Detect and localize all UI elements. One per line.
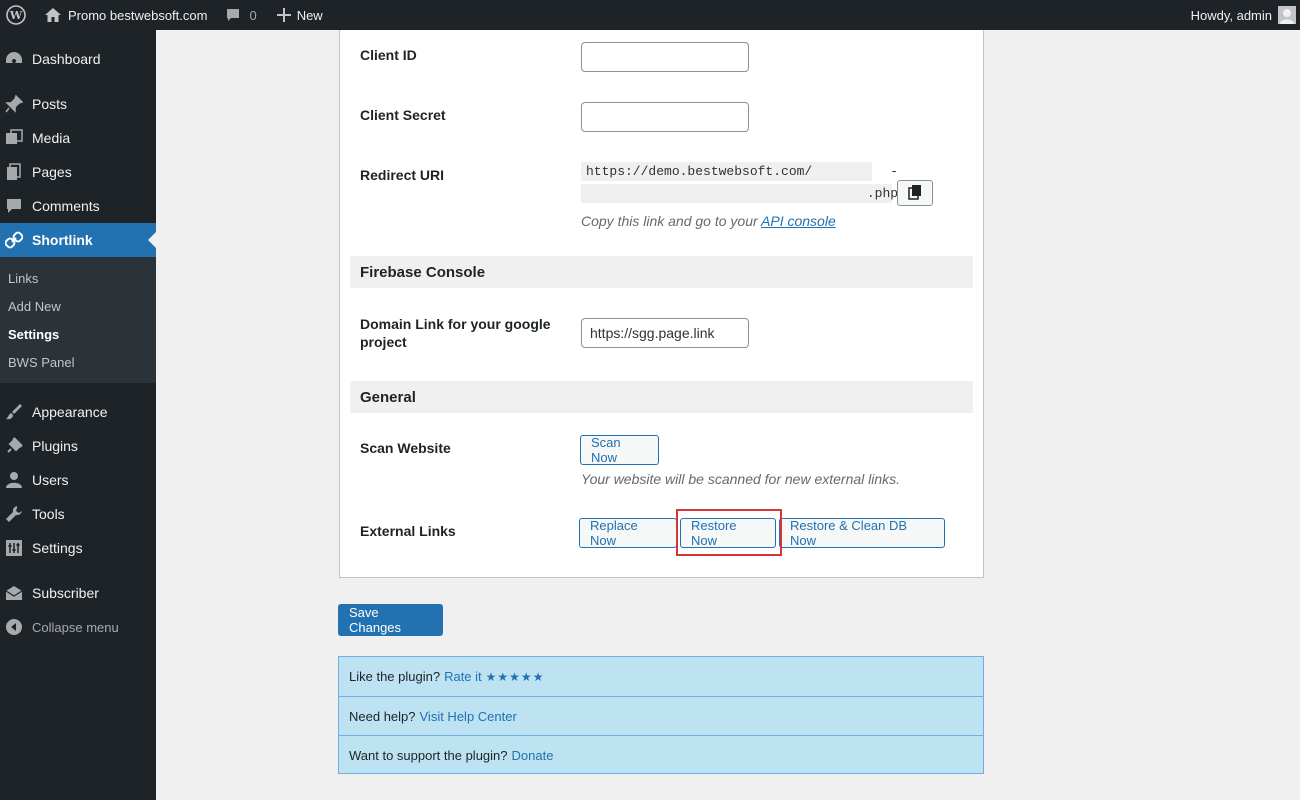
menu-label: Users [32,472,69,488]
menu-media[interactable]: Media [0,121,156,155]
menu-label: Shortlink [32,232,93,248]
collapse-icon [4,617,24,637]
redirect-uri-code-line1: https://demo.bestwebsoft.com/ - [581,162,898,181]
menu-posts[interactable]: Posts [0,87,156,121]
api-console-link[interactable]: API console [761,213,836,229]
redirect-uri-code-line2: .php [581,184,898,203]
domain-link-label: Domain Link for your google project [360,315,551,351]
domain-link-label-line1: Domain Link for your google [360,316,551,332]
redirect-description: Copy this link and go to your API consol… [581,213,836,229]
replace-now-button[interactable]: Replace Now [579,518,677,548]
comment-icon [225,7,241,23]
collapse-label: Collapse menu [32,619,119,635]
comments-link[interactable]: 0 [215,0,264,30]
donate-link[interactable]: Donate [512,748,554,763]
submenu-links[interactable]: Links [8,271,38,286]
like-text: Like the plugin? [349,669,441,684]
pin-icon [4,94,24,114]
menu-settings[interactable]: Settings [0,531,156,565]
firebase-section-heading: Firebase Console [350,256,973,288]
scan-now-button[interactable]: Scan Now [580,435,659,465]
client-id-input[interactable] [581,42,749,72]
help-center-link[interactable]: Visit Help Center [420,709,517,724]
home-icon [44,7,62,23]
plugin-icon [4,436,24,456]
site-name-link[interactable]: Promo bestwebsoft.com [32,0,215,30]
menu-plugins[interactable]: Plugins [0,429,156,463]
submenu-add-new[interactable]: Add New [8,299,61,314]
highlight-box [676,509,782,556]
domain-link-label-line2: project [360,334,407,350]
submenu-bws-panel[interactable]: BWS Panel [8,355,74,370]
domain-link-input[interactable]: https://sgg.page.link [581,318,749,348]
admin-menu: Dashboard Posts Media Pages Comments Sho… [0,30,156,800]
menu-label: Subscriber [32,585,99,601]
dashboard-icon [4,49,24,69]
menu-appearance[interactable]: Appearance [0,395,156,429]
external-links-label: External Links [360,523,456,539]
menu-tools[interactable]: Tools [0,497,156,531]
avatar [1278,6,1296,24]
new-content-link[interactable]: New [265,0,331,30]
plus-icon [276,8,291,22]
menu-label: Dashboard [32,51,101,67]
scan-description: Your website will be scanned for new ext… [581,471,901,487]
general-section-heading: General [350,381,973,413]
svg-text:W: W [9,9,23,22]
copy-button[interactable] [897,180,933,206]
comments-count: 0 [249,7,257,23]
admin-bar: W Promo bestwebsoft.com 0 New Howdy, adm… [0,0,1300,30]
my-account[interactable]: Howdy, admin [1183,0,1300,30]
menu-dashboard[interactable]: Dashboard [0,42,156,76]
client-id-label: Client ID [360,47,417,63]
menu-label: Plugins [32,438,78,454]
menu-label: Tools [32,506,65,522]
help-row: Need help? Visit Help Center [339,696,983,735]
support-row: Want to support the plugin? Donate [339,735,983,774]
new-label: New [296,7,323,23]
comment-icon [4,196,24,216]
submenu-settings[interactable]: Settings [8,327,59,342]
menu-label: Pages [32,164,72,180]
wrench-icon [4,504,24,524]
settings-icon [4,538,24,558]
support-text: Want to support the plugin? [349,747,508,763]
scan-website-label: Scan Website [360,440,451,456]
greeting: Howdy, admin [1190,7,1272,23]
menu-label: Media [32,130,71,146]
rate-row: Like the plugin? Rate it ★★★★★ [339,657,983,696]
envelope-icon [4,583,24,603]
menu-subscriber[interactable]: Subscriber [0,576,156,610]
plugin-info-box: Like the plugin? Rate it ★★★★★ Need help… [338,656,984,774]
copy-icon [907,184,923,203]
help-text: Need help? [349,708,416,724]
menu-comments[interactable]: Comments [0,189,156,223]
pages-icon [4,162,24,182]
link-icon [4,230,24,250]
site-name: Promo bestwebsoft.com [68,7,208,23]
shortlink-submenu: Links Add New Settings BWS Panel [0,257,156,383]
client-secret-input[interactable] [581,102,749,132]
menu-label: Comments [32,198,100,214]
menu-shortlink[interactable]: Shortlink [0,223,156,257]
menu-label: Appearance [32,404,108,420]
wordpress-logo-icon[interactable]: W [0,0,32,30]
restore-clean-db-button[interactable]: Restore & Clean DB Now [779,518,945,548]
menu-pages[interactable]: Pages [0,155,156,189]
menu-users[interactable]: Users [0,463,156,497]
menu-label: Settings [32,540,83,556]
save-changes-button[interactable]: Save Changes [338,604,443,636]
rating-stars-icon[interactable]: ★★★★★ [486,670,545,684]
rate-link[interactable]: Rate it [444,669,482,684]
brush-icon [4,402,24,422]
media-icon [4,128,24,148]
redirect-desc-text: Copy this link and go to your [581,213,758,229]
collapse-menu-button[interactable]: Collapse menu [0,610,156,644]
user-icon [4,470,24,490]
menu-label: Posts [32,96,68,112]
redirect-uri-label: Redirect URI [360,167,445,183]
client-secret-label: Client Secret [360,107,446,123]
